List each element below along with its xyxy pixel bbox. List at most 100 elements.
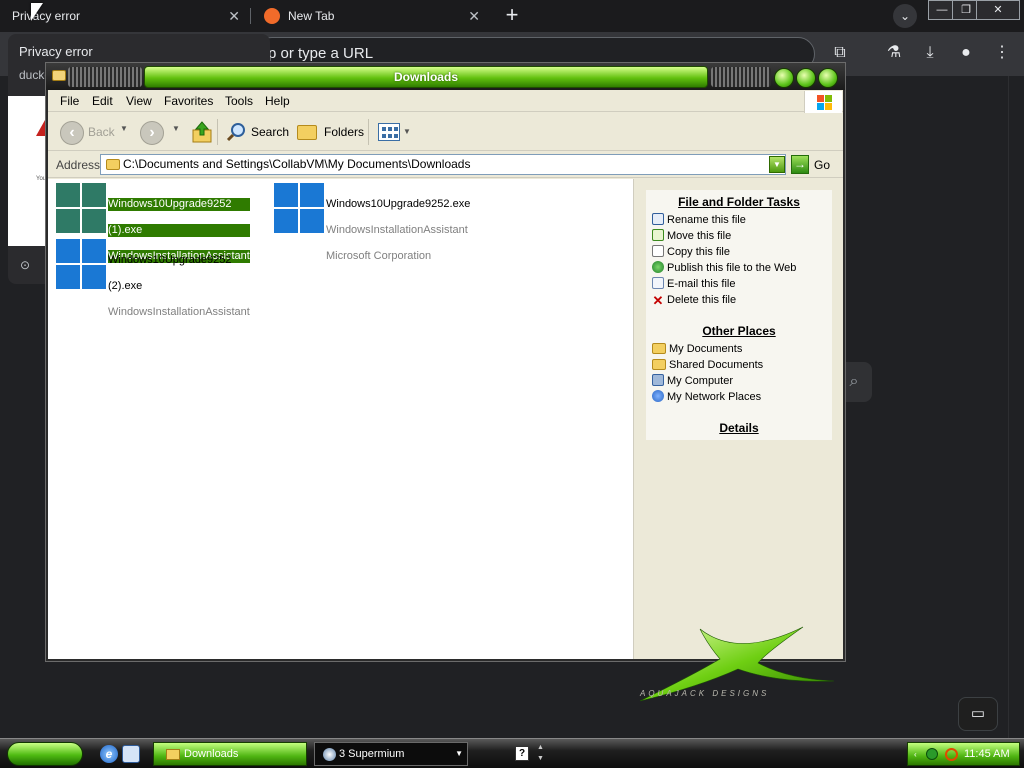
internet-explorer-icon[interactable]: e (100, 745, 118, 763)
forward-arrow-icon[interactable]: › (140, 121, 164, 145)
file-name: (1).exe (108, 224, 250, 237)
folders-icon[interactable] (297, 125, 317, 140)
close-tab-icon[interactable]: ✕ (468, 8, 480, 25)
minimize-button[interactable] (774, 68, 794, 88)
search-tray-icon[interactable] (945, 748, 958, 761)
group-arrow-icon: ▼ (455, 749, 463, 758)
start-button[interactable] (7, 742, 83, 766)
views-icon[interactable] (378, 123, 400, 141)
brave-icon (264, 8, 280, 24)
go-arrow-icon[interactable]: → (791, 155, 809, 174)
windows-logo-icon (804, 91, 842, 113)
file-item[interactable]: Windows10Upgrade9252.exe WindowsInstalla… (274, 183, 474, 262)
window-title: Downloads (393, 70, 458, 84)
download-icon[interactable]: ⤓ (919, 42, 941, 64)
watermark-text: AQUAJACK DESIGNS (640, 689, 770, 698)
shared-documents-link[interactable]: Shared Documents (652, 358, 763, 373)
publish-file-link[interactable]: Publish this file to the Web (652, 261, 796, 276)
up-folder-icon[interactable] (192, 121, 212, 143)
taskbar-button-downloads[interactable]: Downloads (153, 742, 307, 766)
taskbar-button-supermium[interactable]: 3 Supermium ▼ (314, 742, 468, 766)
link-label: Copy this file (667, 246, 730, 258)
rename-icon (652, 213, 664, 225)
computer-icon (652, 374, 664, 386)
file-item[interactable]: Windows10Upgrade9252 (1).exe WindowsInst… (56, 183, 256, 263)
browser-tabstrip: Privacy error ✕ New Tab ✕ + ⌄ — ❐ ✕ (0, 0, 1024, 32)
copy-file-link[interactable]: Copy this file (652, 245, 730, 260)
address-bar: Address C:\Documents and Settings\Collab… (48, 152, 843, 178)
folder-icon (106, 159, 120, 170)
file-name: Windows10Upgrade9252 (108, 198, 250, 211)
clock[interactable]: 11:45 AM (964, 748, 1010, 760)
show-desktop-icon[interactable] (122, 745, 140, 763)
folder-icon (652, 343, 666, 354)
network-status-icon[interactable] (926, 748, 938, 760)
address-input[interactable]: C:\Documents and Settings\CollabVM\My Do… (100, 154, 786, 175)
file-folder-tasks-heading[interactable]: File and Folder Tasks (646, 195, 832, 209)
move-file-link[interactable]: Move this file (652, 229, 731, 244)
search-icon[interactable] (226, 122, 246, 142)
email-file-link[interactable]: E-mail this file (652, 277, 735, 292)
file-description: WindowsInstallationAssistant (326, 224, 468, 236)
windows-installer-icon (274, 183, 324, 233)
tab-new-tab[interactable]: New Tab ✕ (252, 2, 490, 30)
my-computer-link[interactable]: My Computer (652, 374, 733, 389)
menu-favorites[interactable]: Favorites (164, 94, 213, 108)
extensions-icon[interactable]: ⧉ (829, 42, 851, 64)
menu-tools[interactable]: Tools (225, 94, 253, 108)
file-item[interactable]: Windows10Upgrade9252 (2).exe WindowsInst… (56, 239, 256, 318)
supermium-icon (323, 748, 336, 761)
toolbar-separator (368, 119, 369, 145)
menu-view[interactable]: View (126, 94, 152, 108)
new-tab-button[interactable]: + (500, 3, 524, 27)
tray-scroll-icon[interactable]: ▲ ▼ (537, 742, 544, 764)
delete-icon: ✕ (652, 293, 664, 308)
system-tray: ‹ 11:45 AM (907, 742, 1020, 766)
menu-edit[interactable]: Edit (92, 94, 113, 108)
move-icon (652, 229, 664, 241)
maximize-button[interactable] (796, 68, 816, 88)
close-tab-icon[interactable]: ✕ (228, 8, 240, 25)
menu-icon[interactable]: ⋮ (991, 42, 1013, 64)
globe-icon (652, 261, 664, 273)
menu-file[interactable]: File (60, 94, 79, 108)
address-dropdown-icon[interactable]: ▼ (769, 156, 785, 173)
folder-icon (166, 749, 180, 760)
search-button-label[interactable]: Search (251, 125, 289, 139)
my-network-places-link[interactable]: My Network Places (652, 390, 761, 405)
delete-file-link[interactable]: ✕ Delete this file (652, 293, 737, 308)
file-name: (2).exe (108, 280, 143, 292)
folder-icon (652, 359, 666, 370)
titlebar-grill-decoration (711, 67, 771, 87)
menu-help[interactable]: Help (265, 94, 290, 108)
feedback-button[interactable]: ▭ (958, 697, 998, 731)
folders-button-label[interactable]: Folders (324, 125, 364, 139)
forward-dropdown-icon[interactable]: ▼ (172, 124, 180, 133)
views-dropdown-icon[interactable]: ▼ (403, 127, 411, 136)
windows-installer-icon (56, 183, 106, 233)
taskbar-button-label: Downloads (184, 748, 239, 760)
details-heading[interactable]: Details (646, 421, 832, 435)
back-button-label[interactable]: Back (88, 125, 115, 139)
omnibox-placeholder: p or type a URL (268, 45, 374, 62)
labs-icon[interactable]: ⚗ (883, 42, 905, 64)
my-documents-link[interactable]: My Documents (652, 342, 742, 357)
explorer-window: Downloads File Edit View Favorites Tools… (46, 63, 845, 702)
link-label: My Documents (669, 343, 743, 355)
folder-icon[interactable] (52, 70, 66, 81)
tab-search-button[interactable]: ⌄ (893, 4, 917, 28)
rename-file-link[interactable]: Rename this file (652, 213, 746, 228)
back-dropdown-icon[interactable]: ▼ (120, 124, 128, 133)
profile-icon[interactable]: ● (955, 42, 977, 64)
other-places-heading[interactable]: Other Places (646, 324, 832, 338)
title-bar[interactable]: Downloads (46, 63, 845, 90)
browser-close-button[interactable]: ✕ (976, 0, 1020, 20)
page-scrollbar[interactable] (1008, 76, 1024, 738)
close-button[interactable] (818, 68, 838, 88)
back-arrow-icon[interactable]: ‹ (60, 121, 84, 145)
tab-title: Privacy error (12, 9, 81, 23)
go-button-label[interactable]: Go (814, 158, 830, 172)
tray-expand-icon[interactable]: ‹ (914, 750, 917, 759)
help-icon[interactable]: ? (515, 746, 529, 761)
file-name: Windows10Upgrade9252.exe (326, 198, 471, 210)
